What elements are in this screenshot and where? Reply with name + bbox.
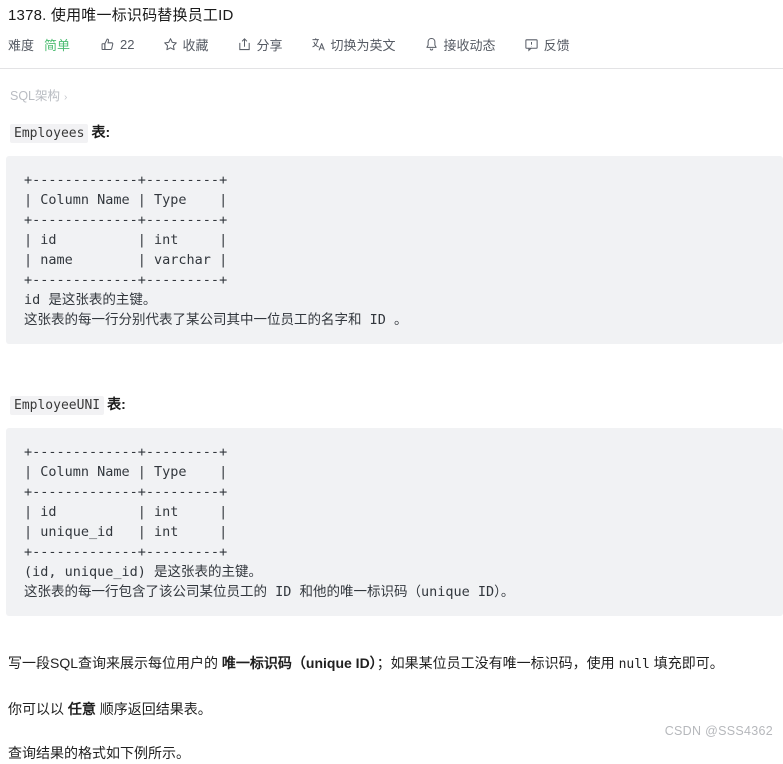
employeeuni-schema-code: +-------------+---------+ | Column Name … [6, 428, 783, 616]
watermark: CSDN @SSS4362 [664, 724, 773, 738]
share-icon [237, 37, 252, 52]
problem-page: 1378. 使用唯一标识码替换员工ID 难度 简单 22 收藏 分享 切换为英文… [0, 0, 783, 761]
description-paragraph-1: 写一段SQL查询来展示每位用户的 唯一标识码（unique ID）；如果某位员工… [0, 652, 783, 676]
feedback-button[interactable]: 反馈 [524, 35, 570, 54]
employees-table-heading: Employees 表: [0, 104, 783, 143]
employeeuni-table-heading: EmployeeUNI 表: [0, 376, 783, 415]
subscribe-label: 接收动态 [443, 38, 496, 53]
desc-p1-part-c: ；如果某位员工没有唯一标识码，使用 [376, 655, 619, 671]
translate-icon [311, 37, 326, 52]
subscribe-button[interactable]: 接收动态 [424, 35, 496, 54]
description-paragraph-3: 查询结果的格式如下例所示。 [8, 745, 190, 761]
switch-language-button[interactable]: 切换为英文 [311, 35, 396, 54]
employeeuni-table-suffix: 表: [107, 396, 126, 412]
chevron-right-icon: › [64, 92, 68, 103]
page-title: 1378. 使用唯一标识码替换员工ID [8, 7, 234, 24]
difficulty-label: 难度 [8, 38, 35, 53]
employeeuni-table-name: EmployeeUNI [10, 396, 105, 415]
thumbs-up-icon [100, 37, 115, 52]
breadcrumb[interactable]: SQL架构 › [0, 69, 783, 104]
share-label: 分享 [256, 38, 283, 53]
switch-language-label: 切换为英文 [330, 38, 396, 53]
favorite-button[interactable]: 收藏 [163, 35, 209, 54]
employees-schema-code: +-------------+---------+ | Column Name … [6, 156, 783, 344]
difficulty-group: 难度 [8, 35, 34, 54]
like-count: 22 [120, 37, 135, 52]
desc-p1-part-e: 填充即可。 [649, 655, 724, 671]
like-button[interactable]: 22 [100, 37, 135, 52]
difficulty-value: 简单 [44, 38, 71, 53]
problem-toolbar: 难度 简单 22 收藏 分享 切换为英文 接收动态 反馈 [0, 27, 783, 54]
desc-p1-emphasis: 唯一标识码（unique ID） [221, 655, 377, 671]
employees-table-name: Employees [10, 124, 89, 143]
desc-p1-part-a: 写一段SQL查询来展示每位用户的 [8, 655, 222, 671]
description-paragraph-2: 你可以以 任意 顺序返回结果表。 [0, 698, 783, 720]
desc-p2-part-a: 你可以以 [8, 701, 68, 717]
share-button[interactable]: 分享 [237, 35, 283, 54]
feedback-icon [524, 37, 539, 52]
bell-icon [424, 37, 439, 52]
star-icon [163, 37, 178, 52]
favorite-label: 收藏 [182, 38, 209, 53]
desc-p1-null-literal: null [618, 657, 650, 672]
feedback-label: 反馈 [543, 38, 570, 53]
desc-p2-part-c: 顺序返回结果表。 [95, 701, 212, 717]
employees-table-suffix: 表: [91, 124, 111, 140]
breadcrumb-item-sql-schema[interactable]: SQL架构 [10, 89, 60, 103]
problem-content: Employees 表: +-------------+---------+ | … [0, 104, 783, 764]
desc-p2-emphasis: 任意 [67, 701, 96, 717]
